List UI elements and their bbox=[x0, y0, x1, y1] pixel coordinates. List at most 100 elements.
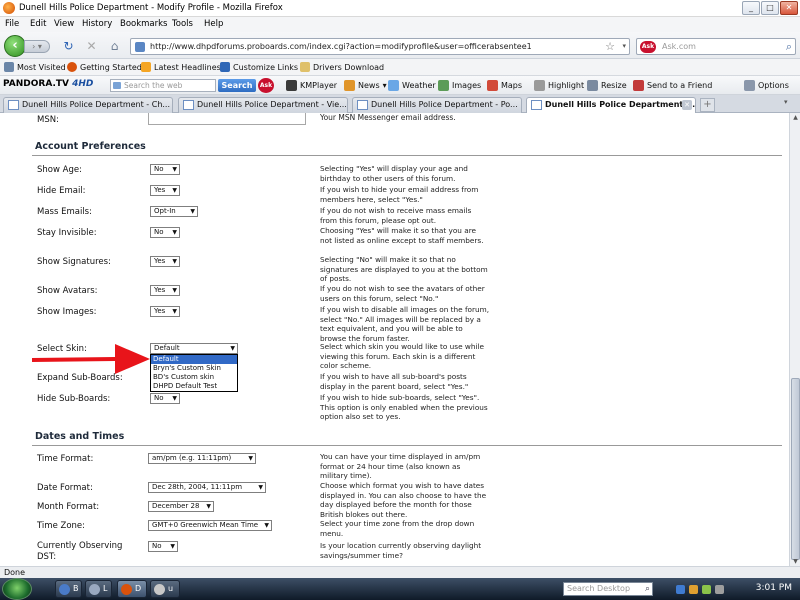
url-dropdown-icon[interactable]: ▾ bbox=[622, 42, 626, 50]
taskbar-item-u[interactable]: u bbox=[150, 580, 180, 598]
show-signatures-select[interactable]: Yes ▼ bbox=[150, 256, 180, 267]
options-button[interactable]: Options bbox=[744, 80, 789, 91]
send-to-friend-button[interactable]: Send to a Friend bbox=[633, 80, 712, 91]
select-skin-select[interactable]: Default ▼ bbox=[150, 343, 238, 354]
show-avatars-select[interactable]: Yes ▼ bbox=[150, 285, 180, 296]
news-icon bbox=[344, 80, 355, 91]
tray-volume-icon[interactable] bbox=[715, 584, 724, 594]
msn-description: Your MSN Messenger email address. bbox=[320, 113, 456, 122]
skin-dropdown-list[interactable]: Default Bryn's Custom Skin BD's Custom s… bbox=[150, 354, 238, 392]
bookmark-drivers-download[interactable]: Drivers Download bbox=[300, 62, 384, 72]
mass-emails-select[interactable]: Opt-In ▼ bbox=[150, 206, 198, 217]
new-tab-button[interactable]: + bbox=[700, 98, 715, 112]
bookmark-customize-links[interactable]: Customize Links bbox=[220, 62, 298, 72]
forward-button[interactable]: › ▾ bbox=[24, 40, 50, 53]
site-favicon-icon bbox=[135, 42, 145, 52]
menu-file[interactable]: File bbox=[5, 19, 19, 29]
taskbar-item-firefox[interactable]: D bbox=[117, 580, 147, 598]
kmplayer-button[interactable]: KMPlayer bbox=[286, 80, 337, 91]
tab-4-active[interactable]: Dunell Hills Police Department - ... ✕ bbox=[526, 97, 696, 114]
tab-2[interactable]: Dunell Hills Police Department - Vie... bbox=[178, 97, 348, 113]
dst-label: Currently Observing DST: bbox=[37, 541, 123, 562]
firefox-icon bbox=[3, 2, 15, 14]
reload-icon[interactable]: ↻ bbox=[61, 39, 76, 54]
web-search-input[interactable]: Search the web bbox=[110, 79, 216, 92]
taskbar-clock[interactable]: 3:01 PM bbox=[756, 583, 792, 593]
stay-invisible-label: Stay Invisible: bbox=[37, 228, 97, 238]
url-bar[interactable]: http://www.dhpdforums.proboards.com/inde… bbox=[130, 38, 630, 55]
hide-email-select[interactable]: Yes ▼ bbox=[150, 185, 180, 196]
taskbar-item-l[interactable]: L bbox=[85, 580, 112, 598]
menu-bookmarks[interactable]: Bookmarks bbox=[120, 19, 168, 29]
bookmark-getting-started[interactable]: Getting Started bbox=[67, 62, 142, 72]
chevron-down-icon: ▼ bbox=[172, 258, 177, 265]
menu-bar: File Edit View History Bookmarks Tools H… bbox=[0, 17, 800, 32]
skin-option-bryns[interactable]: Bryn's Custom Skin bbox=[151, 364, 237, 373]
tab-favicon-icon bbox=[531, 100, 542, 110]
bookmark-latest-headlines[interactable]: Latest Headlines bbox=[141, 62, 221, 72]
search-bar[interactable]: Ask Ask.com ⌕ bbox=[636, 38, 796, 55]
show-age-select[interactable]: No ▼ bbox=[150, 164, 180, 175]
show-images-select[interactable]: Yes ▼ bbox=[150, 306, 180, 317]
url-text[interactable]: http://www.dhpdforums.proboards.com/inde… bbox=[150, 42, 532, 51]
menu-history[interactable]: History bbox=[82, 19, 112, 29]
search-placeholder[interactable]: Ask.com bbox=[662, 42, 696, 51]
tab-3[interactable]: Dunell Hills Police Department - Po... bbox=[352, 97, 522, 113]
ask-logo-icon[interactable]: Ask bbox=[640, 41, 656, 53]
desktop-search-input[interactable]: Search Desktop ⌕ bbox=[563, 582, 653, 596]
date-format-select[interactable]: Dec 28th, 2004, 11:11pm ▼ bbox=[148, 482, 266, 493]
minimize-button[interactable]: _ bbox=[742, 1, 760, 15]
dst-select[interactable]: No ▼ bbox=[148, 541, 178, 552]
weather-icon bbox=[388, 80, 399, 91]
menu-help[interactable]: Help bbox=[204, 19, 223, 29]
kmplayer-icon bbox=[286, 80, 297, 91]
skin-option-dhpd-test[interactable]: DHPD Default Test bbox=[151, 382, 237, 391]
skin-option-default[interactable]: Default bbox=[151, 355, 237, 364]
menu-view[interactable]: View bbox=[54, 19, 74, 29]
chevron-down-icon: ▼ bbox=[172, 308, 177, 315]
stop-icon[interactable]: ✕ bbox=[84, 39, 99, 54]
window-title: Dunell Hills Police Department - Modify … bbox=[19, 3, 283, 13]
web-search-button[interactable]: Search bbox=[218, 79, 256, 92]
ask-button[interactable]: Ask bbox=[258, 78, 274, 93]
news-button[interactable]: News ▾ bbox=[344, 80, 387, 91]
month-format-select[interactable]: December 28 ▼ bbox=[148, 501, 214, 512]
menu-tools[interactable]: Tools bbox=[172, 19, 193, 29]
menu-edit[interactable]: Edit bbox=[30, 19, 46, 29]
search-icon[interactable]: ⌕ bbox=[786, 40, 792, 54]
time-zone-select[interactable]: GMT+0 Greenwich Mean Time ▼ bbox=[148, 520, 272, 531]
bookmark-most-visited[interactable]: Most Visited bbox=[4, 62, 66, 72]
maximize-button[interactable]: □ bbox=[761, 1, 779, 15]
highlight-button[interactable]: Highlight bbox=[534, 80, 584, 91]
taskbar-item-b[interactable]: B bbox=[55, 580, 82, 598]
navigation-toolbar: ‹ › ▾ ↻ ✕ ⌂ http://www.dhpdforums.proboa… bbox=[0, 32, 800, 59]
skin-option-bds[interactable]: BD's Custom skin bbox=[151, 373, 237, 382]
tray-app-icon[interactable] bbox=[702, 584, 711, 594]
home-icon[interactable]: ⌂ bbox=[107, 39, 122, 54]
time-format-select[interactable]: am/pm (e.g. 11:11pm) ▼ bbox=[148, 453, 256, 464]
bookmark-star-icon[interactable]: ☆ bbox=[605, 40, 615, 53]
hide-subboards-description: If you wish to hide sub-boards, select "… bbox=[320, 393, 488, 421]
tray-app-icon[interactable] bbox=[689, 584, 698, 594]
weather-button[interactable]: Weather bbox=[388, 80, 436, 91]
images-button[interactable]: Images bbox=[438, 80, 481, 91]
scroll-down-icon[interactable]: ▼ bbox=[791, 558, 800, 565]
back-button[interactable]: ‹ bbox=[4, 35, 26, 57]
search-icon[interactable]: ⌕ bbox=[645, 583, 650, 595]
list-all-tabs-icon[interactable]: ▾ bbox=[784, 98, 788, 106]
tray-network-icon[interactable] bbox=[676, 584, 685, 594]
pandora-logo[interactable]: PANDORA.TV 4HD bbox=[3, 79, 93, 89]
stay-invisible-select[interactable]: No ▼ bbox=[150, 227, 180, 238]
close-button[interactable]: ✕ bbox=[780, 1, 798, 15]
tab-1[interactable]: Dunell Hills Police Department - Ch... bbox=[3, 97, 173, 113]
msn-input[interactable] bbox=[148, 113, 306, 125]
resize-button[interactable]: Resize bbox=[587, 80, 627, 91]
scroll-up-icon[interactable]: ▲ bbox=[791, 114, 800, 121]
vertical-scrollbar[interactable]: ▲ ▼ bbox=[789, 113, 800, 566]
start-button[interactable] bbox=[2, 578, 32, 600]
scrollbar-thumb[interactable] bbox=[791, 378, 800, 560]
maps-button[interactable]: Maps bbox=[487, 80, 522, 91]
tab-close-icon[interactable]: ✕ bbox=[682, 100, 692, 110]
folder-icon bbox=[4, 62, 14, 72]
hide-subboards-select[interactable]: No ▼ bbox=[150, 393, 180, 404]
